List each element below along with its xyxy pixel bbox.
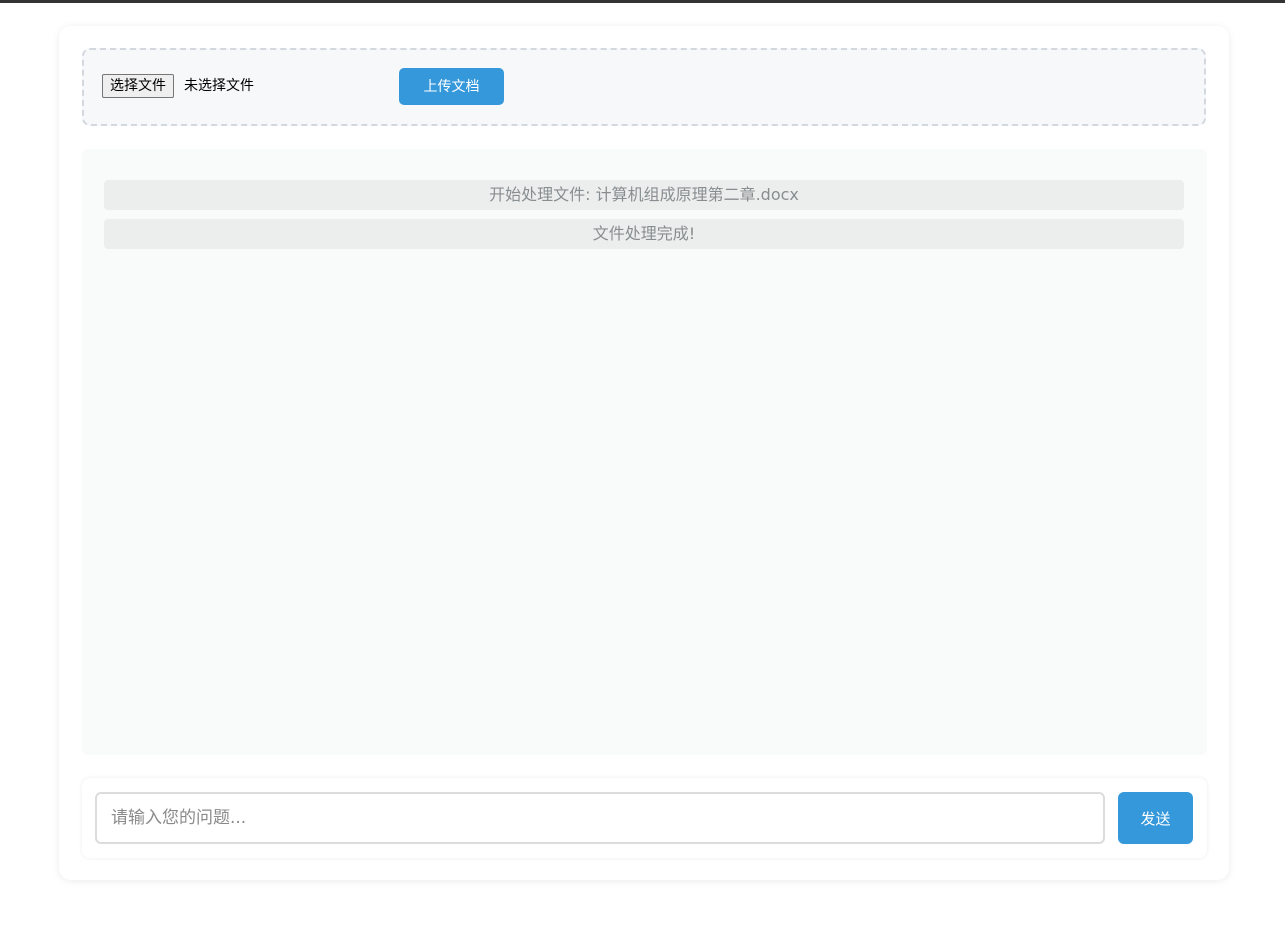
question-input[interactable] (95, 792, 1105, 844)
log-message: 文件处理完成! (104, 219, 1184, 249)
main-card: 选择文件 未选择文件 上传文档 开始处理文件: 计算机组成原理第二章.docx … (59, 26, 1229, 880)
upload-document-button[interactable]: 上传文档 (399, 68, 504, 105)
chat-input-bar: 发送 (82, 778, 1207, 858)
upload-area: 选择文件 未选择文件 上传文档 (82, 48, 1206, 126)
send-button[interactable]: 发送 (1118, 792, 1193, 844)
top-border (0, 0, 1285, 3)
choose-file-button[interactable]: 选择文件 (102, 74, 174, 98)
log-message: 开始处理文件: 计算机组成原理第二章.docx (104, 180, 1184, 210)
message-log: 开始处理文件: 计算机组成原理第二章.docx 文件处理完成! (82, 149, 1207, 755)
file-status-text: 未选择文件 (184, 78, 254, 94)
